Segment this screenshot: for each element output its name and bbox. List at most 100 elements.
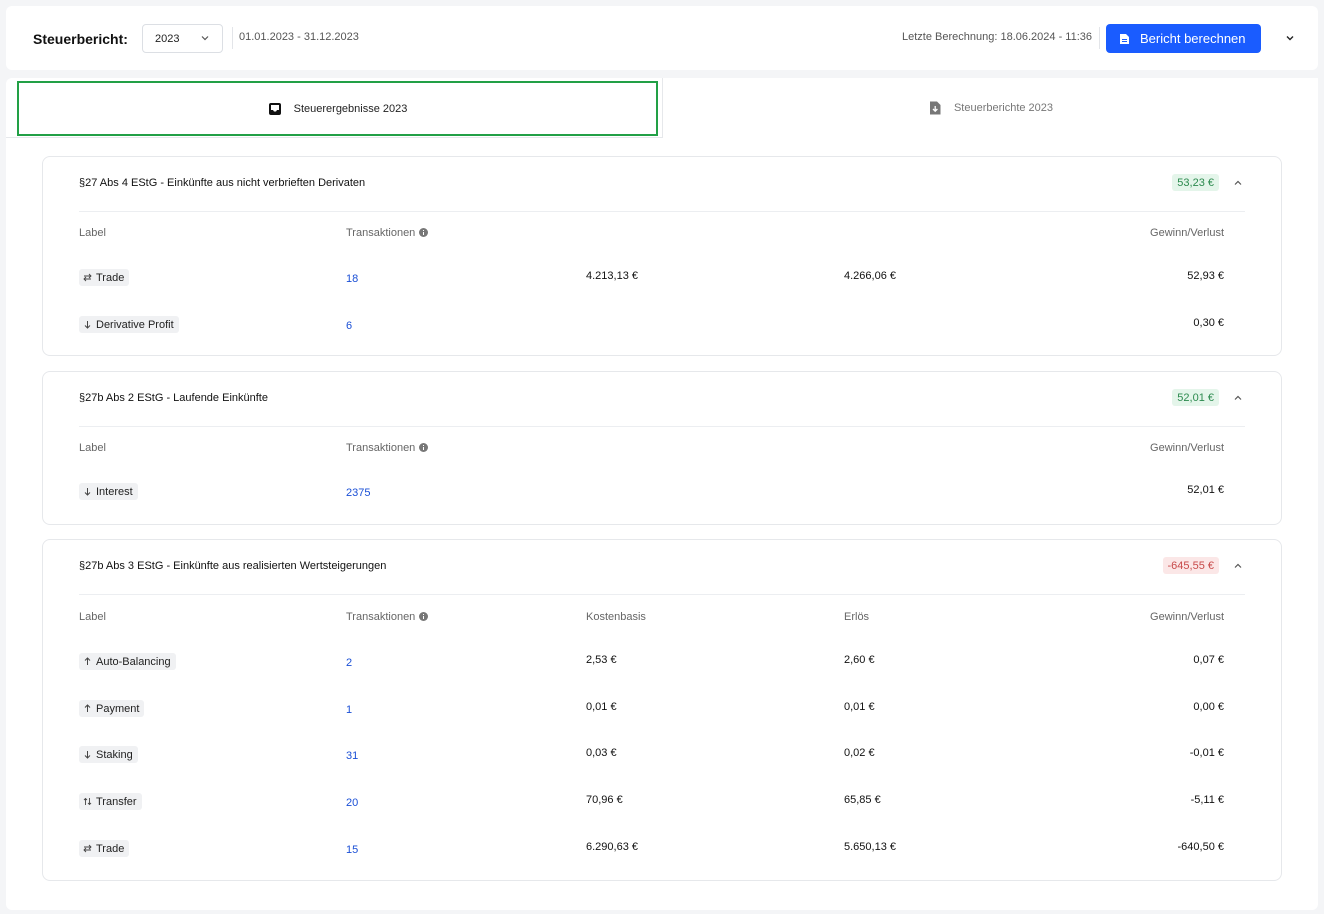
page-title: Steuerbericht: [33,31,128,47]
info-icon[interactable] [419,228,429,237]
row-label: Payment [96,702,140,715]
column-header-label: Label [79,442,106,454]
gain-loss-value: -0,01 € [1189,747,1224,759]
transactions-link[interactable]: 2 [346,657,352,669]
tab-label: Steuerergebnisse 2023 [293,102,408,115]
cost-basis-value: 0,03 € [586,747,617,759]
section-divider [79,594,1245,595]
row-label: Staking [96,748,133,761]
column-header-transactions-label: Transaktionen [346,611,416,623]
row-label-chip: Interest [79,483,138,500]
chevron-down-icon [201,36,209,41]
column-header-cost-basis: Kostenbasis [586,611,646,623]
tab-tax-results[interactable]: Steuerergebnisse 2023 [17,81,658,136]
transactions-link[interactable]: 31 [346,750,358,762]
cost-basis-value: 0,01 € [586,701,617,713]
row-label-chip: Trade [79,269,130,286]
proceeds-value: 5.650,13 € [844,841,896,853]
row-label: Auto-Balancing [96,655,171,668]
column-header-gain-loss: Gewinn/Verlust [1150,611,1224,623]
results-panel: Steuerergebnisse 2023 Steuerberichte 202… [6,78,1318,910]
gain-loss-value: 0,30 € [1193,317,1224,329]
proceeds-value: 0,02 € [844,747,875,759]
arrow-down-icon [84,321,91,329]
transactions-link[interactable]: 20 [346,797,358,809]
calculate-report-button[interactable]: Bericht berechnen [1106,24,1261,53]
cost-basis-value: 70,96 € [586,794,623,806]
arrow-down-icon [84,751,91,759]
arrow-up-icon [84,704,91,712]
arrow-up-icon [84,657,91,665]
section-total-badge: 53,23 € [1172,174,1219,191]
section-divider [79,211,1245,212]
section-title: §27b Abs 3 EStG - Einkünfte aus realisie… [79,560,387,572]
chevron-up-icon[interactable] [1233,393,1243,403]
proceeds-value: 4.266,06 € [844,270,896,282]
chevron-up-icon[interactable] [1233,178,1243,188]
gain-loss-value: 0,07 € [1193,654,1224,666]
report-header: Steuerbericht: 2023 01.01.2023 - 31.12.2… [6,6,1318,70]
tab-label: Steuerberichte 2023 [953,102,1054,114]
document-icon [1120,33,1129,44]
swap-icon [83,844,92,853]
column-header-proceeds: Erlös [844,611,870,623]
row-label: Interest [96,485,133,498]
row-label-chip: Auto-Balancing [79,653,176,670]
tax-section: §27 Abs 4 EStG - Einkünfte aus nicht ver… [42,156,1282,356]
tab-bar: Steuerergebnisse 2023 Steuerberichte 202… [6,78,1318,138]
row-label-chip: Staking [79,746,138,763]
transactions-link[interactable]: 18 [346,273,358,285]
chevron-down-icon[interactable] [1284,32,1296,44]
arrow-down-icon [84,488,91,496]
row-label: Trade [96,842,125,855]
cost-basis-value: 6.290,63 € [586,841,638,853]
year-select-value: 2023 [155,32,180,45]
chevron-up-icon[interactable] [1233,561,1243,571]
section-total-badge: -645,55 € [1162,557,1219,574]
calculate-report-label: Bericht berechnen [1140,31,1246,46]
section-total-badge: 52,01 € [1172,389,1219,406]
tax-section: §27b Abs 2 EStG - Laufende Einkünfte 52,… [42,371,1282,525]
section-title: §27 Abs 4 EStG - Einkünfte aus nicht ver… [79,177,366,189]
date-range: 01.01.2023 - 31.12.2023 [239,31,359,43]
tab-tax-reports[interactable]: Steuerberichte 2023 [662,78,1318,138]
cost-basis-value: 4.213,13 € [586,270,638,282]
column-header-transactions-label: Transaktionen [346,442,416,454]
proceeds-value: 65,85 € [844,794,881,806]
column-header-transactions: Transaktionen [346,611,429,623]
last-calculation: Letzte Berechnung: 18.06.2024 - 11:36 [902,31,1092,43]
info-icon[interactable] [419,443,429,452]
column-header-transactions: Transaktionen [346,227,429,239]
transactions-link[interactable]: 15 [346,844,358,856]
transfer-icon [83,797,92,806]
column-header-gain-loss: Gewinn/Verlust [1150,227,1224,239]
transactions-link[interactable]: 6 [346,320,352,332]
cost-basis-value: 2,53 € [586,654,617,666]
transactions-link[interactable]: 2375 [346,487,370,499]
swap-icon [83,273,92,282]
row-label: Transfer [96,795,137,808]
info-icon[interactable] [419,612,429,621]
transactions-link[interactable]: 1 [346,704,352,716]
divider [232,27,233,49]
gain-loss-value: -5,11 € [1190,794,1224,806]
section-title: §27b Abs 2 EStG - Laufende Einkünfte [79,392,268,404]
gain-loss-value: 52,01 € [1187,484,1224,496]
tax-section: §27b Abs 3 EStG - Einkünfte aus realisie… [42,539,1282,881]
row-label: Trade [96,271,125,284]
column-header-gain-loss: Gewinn/Verlust [1150,442,1224,454]
year-select[interactable]: 2023 [142,24,223,53]
gain-loss-value: -640,50 € [1177,841,1224,853]
section-divider [79,426,1245,427]
column-header-transactions-label: Transaktionen [346,227,416,239]
gain-loss-value: 52,93 € [1187,270,1224,282]
inbox-icon [268,102,281,115]
file-download-icon [929,101,941,115]
divider [1099,27,1100,49]
column-header-transactions: Transaktionen [346,442,429,454]
proceeds-value: 0,01 € [844,701,875,713]
column-header-label: Label [79,611,106,623]
row-label-chip: Trade [79,840,130,857]
column-header-label: Label [79,227,106,239]
row-label-chip: Transfer [79,793,142,810]
